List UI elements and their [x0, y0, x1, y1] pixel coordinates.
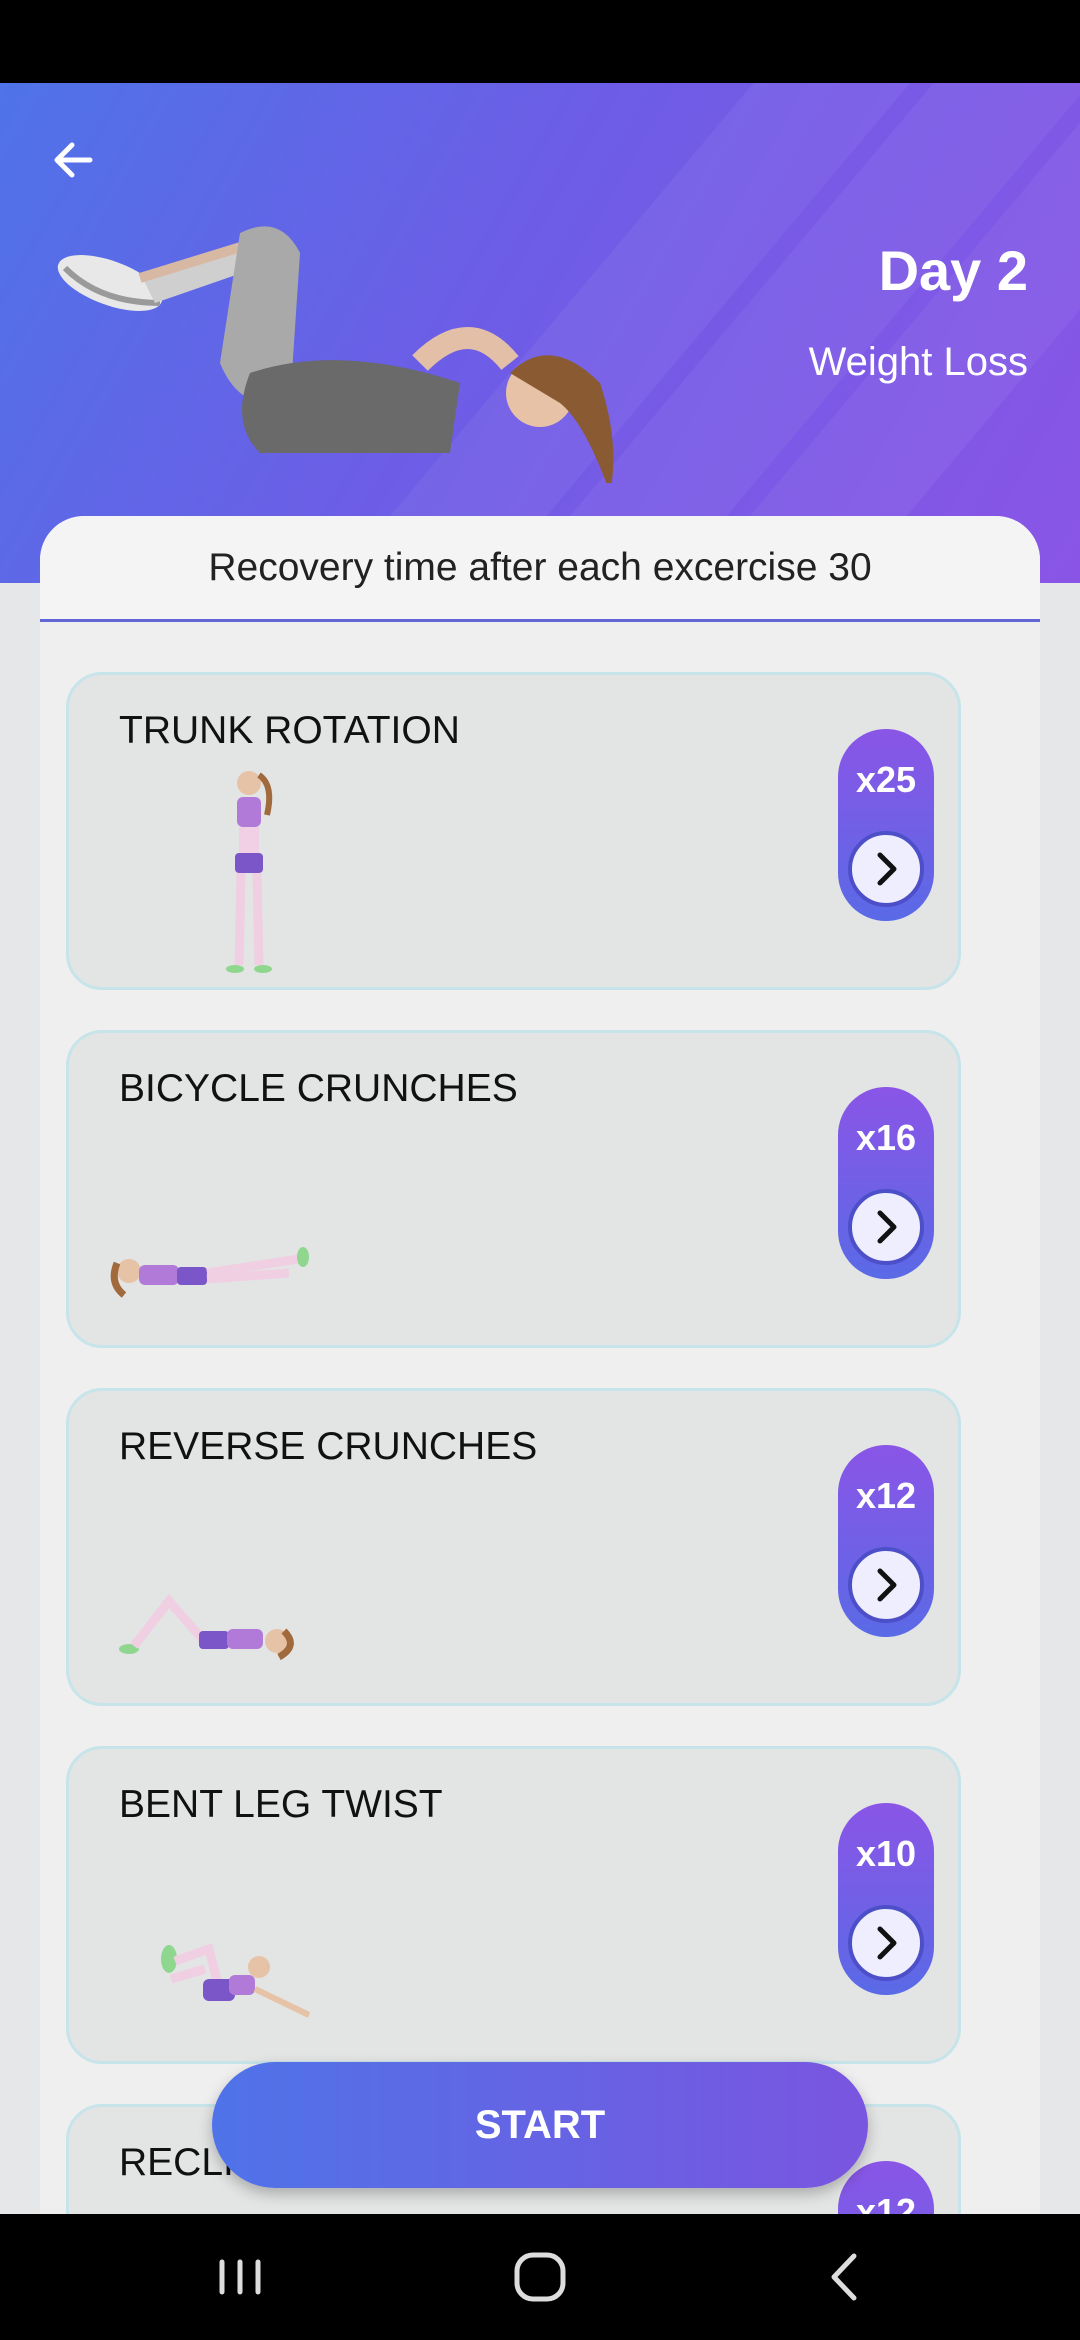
- exercise-card-reverse-crunches[interactable]: REVERSE CRUNCHES x12: [66, 1388, 961, 1706]
- exercise-name: BENT LEG TWIST: [119, 1783, 443, 1826]
- bent-leg-twist-illustration: [161, 1943, 311, 2018]
- back-arrow-icon[interactable]: [40, 125, 110, 195]
- hero-exercise-illustration: [57, 226, 614, 483]
- chevron-right-icon[interactable]: [848, 1547, 924, 1623]
- reps-count: x25: [855, 759, 917, 800]
- status-bar: [0, 0, 1080, 83]
- recents-icon[interactable]: [210, 2244, 270, 2310]
- exercise-name: REVERSE CRUNCHES: [119, 1425, 538, 1468]
- bicycle-crunches-illustration: [110, 1247, 309, 1298]
- home-icon[interactable]: [505, 2244, 575, 2310]
- reps-badge: x12: [838, 2161, 934, 2216]
- reps-badge: x16: [838, 1087, 934, 1279]
- day-title: Day 2: [878, 239, 1028, 302]
- exercise-card-bent-leg-twist[interactable]: BENT LEG TWIST x10: [66, 1746, 961, 2064]
- program-subtitle: Weight Loss: [808, 340, 1028, 384]
- exercise-panel: Recovery time after each excercise 30 TR…: [40, 516, 1040, 2216]
- chevron-right-icon[interactable]: [848, 1905, 924, 1981]
- header-banner: Day 2 Weight Loss: [0, 83, 1080, 583]
- reps-badge: x25: [838, 729, 934, 921]
- reps-count: x12: [855, 1475, 917, 1516]
- trunk-rotation-illustration: [226, 771, 273, 973]
- reps-badge: x12: [838, 1445, 934, 1637]
- back-icon[interactable]: [820, 2244, 870, 2310]
- exercise-name: BICYCLE CRUNCHES: [119, 1067, 518, 1110]
- chevron-right-icon[interactable]: [848, 1189, 924, 1265]
- reps-badge: x10: [838, 1803, 934, 1995]
- exercise-card-bicycle-crunches[interactable]: BICYCLE CRUNCHES x16: [66, 1030, 961, 1348]
- reps-count: x12: [855, 2191, 917, 2216]
- exercise-name: TRUNK ROTATION: [119, 709, 460, 752]
- reverse-crunches-illustration: [119, 1593, 294, 1661]
- chevron-right-icon[interactable]: [848, 831, 924, 907]
- reps-count: x10: [855, 1833, 917, 1874]
- system-navigation-bar: [0, 2214, 1080, 2340]
- exercise-card-trunk-rotation[interactable]: TRUNK ROTATION x25: [66, 672, 961, 990]
- start-button[interactable]: START: [212, 2062, 868, 2188]
- recovery-time-text: Recovery time after each excercise 30: [40, 516, 1040, 622]
- reps-count: x16: [855, 1117, 917, 1158]
